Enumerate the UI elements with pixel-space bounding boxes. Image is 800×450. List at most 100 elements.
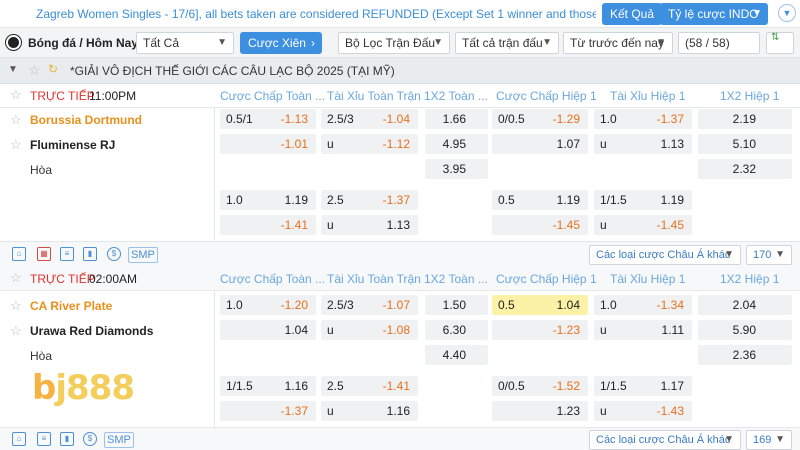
- odds-cell[interactable]: -1.45: [492, 215, 588, 235]
- odds-cell[interactable]: 1.04: [220, 320, 316, 340]
- collapse-icon[interactable]: ▼: [8, 64, 18, 75]
- odds-cell[interactable]: u 1.13: [321, 215, 418, 235]
- odds-cell[interactable]: u -1.08: [321, 320, 418, 340]
- odds-value: 3.95: [442, 162, 466, 176]
- odds-cell[interactable]: -1.37: [220, 401, 316, 421]
- odds-value: 1.19: [284, 193, 308, 207]
- chevron-down-icon[interactable]: ▼: [778, 4, 796, 22]
- odds-cell[interactable]: 1/1.5 1.16: [220, 376, 316, 396]
- more-bets-dropdown[interactable]: Các loại cược Châu Á khác ▼: [589, 245, 741, 265]
- ou-line: 2.5/3: [327, 298, 354, 312]
- odds-type-dropdown[interactable]: Tỷ lệ cược INDO ▼: [660, 3, 768, 25]
- odds-cell[interactable]: 1.0 -1.34: [594, 295, 692, 315]
- list-icon[interactable]: ≡: [60, 247, 74, 261]
- sort-dropdown[interactable]: Từ trước đến nay ▼: [563, 32, 673, 54]
- all-matches-dropdown[interactable]: Tất cả trận đấu ▼: [455, 32, 559, 54]
- odds-cell[interactable]: 1/1.5 1.19: [594, 190, 692, 210]
- odds-value: -1.34: [656, 298, 684, 312]
- league-header[interactable]: ▼ ☆ ↻ *GIẢI VÔ ĐỊCH THẾ GIỚI CÁC CÂU LẠC…: [0, 58, 800, 84]
- stats-icon[interactable]: ⌂: [12, 432, 26, 446]
- odds-value: 5.10: [732, 137, 756, 151]
- odds-cell[interactable]: 1.0 -1.20: [220, 295, 316, 315]
- odds-cell[interactable]: 4.95: [425, 134, 488, 154]
- favorite-star-icon[interactable]: ☆: [10, 323, 22, 339]
- odds-cell[interactable]: 0/0.5 -1.52: [492, 376, 588, 396]
- odds-cell[interactable]: 2.5/3 -1.07: [321, 295, 418, 315]
- chart-icon[interactable]: ▮: [83, 247, 97, 261]
- odds-value: 1.16: [284, 379, 308, 393]
- column-header-handicap-full: Cược Chấp Toàn ...: [220, 272, 326, 286]
- odds-cell[interactable]: 1.23: [492, 401, 588, 421]
- refresh-icon[interactable]: ↻: [48, 62, 58, 76]
- odds-cell[interactable]: u 1.16: [321, 401, 418, 421]
- favorite-star-icon[interactable]: ☆: [10, 87, 22, 103]
- odds-cell[interactable]: 1.0 -1.37: [594, 109, 692, 129]
- handicap-line: 0/0.5: [498, 379, 525, 393]
- odds-cell[interactable]: 1.66: [425, 109, 488, 129]
- favorite-star-icon[interactable]: ☆: [10, 270, 22, 286]
- odds-cell[interactable]: 2.5 -1.37: [321, 190, 418, 210]
- match-filter-dropdown[interactable]: Bộ Lọc Trận Đấu ▼: [338, 32, 450, 54]
- odds-cell[interactable]: 1/1.5 1.17: [594, 376, 692, 396]
- list-icon[interactable]: ≡: [37, 432, 51, 446]
- odds-cell[interactable]: 1.07: [492, 134, 588, 154]
- odds-cell[interactable]: 0.5 1.19: [492, 190, 588, 210]
- odds-cell[interactable]: 2.19: [698, 109, 792, 129]
- odds-cell[interactable]: 2.5/3 -1.04: [321, 109, 418, 129]
- chevron-down-icon: ▼: [217, 37, 227, 48]
- all-matches-dropdown-value: Tất cả trận đấu: [462, 36, 543, 50]
- odds-cell[interactable]: 0/0.5 -1.29: [492, 109, 588, 129]
- odds-cell[interactable]: 5.90: [698, 320, 792, 340]
- smp-button[interactable]: SMP: [128, 247, 158, 263]
- odds-cell[interactable]: 2.04: [698, 295, 792, 315]
- odds-value: -1.01: [280, 137, 308, 151]
- odds-cell[interactable]: u -1.45: [594, 215, 692, 235]
- currency-icon[interactable]: $: [107, 247, 121, 261]
- favorite-star-icon[interactable]: ☆: [28, 62, 41, 79]
- odds-cell[interactable]: 2.36: [698, 345, 792, 365]
- odds-cell[interactable]: 5.10: [698, 134, 792, 154]
- odds-cell[interactable]: u 1.11: [594, 320, 692, 340]
- currency-icon[interactable]: $: [83, 432, 97, 446]
- odds-cell[interactable]: u -1.43: [594, 401, 692, 421]
- odds-cell[interactable]: 6.30: [425, 320, 488, 340]
- odds-cell[interactable]: u 1.13: [594, 134, 692, 154]
- smp-button[interactable]: SMP: [104, 432, 134, 448]
- odds-cell[interactable]: -1.23: [492, 320, 588, 340]
- odds-cell[interactable]: 1.50: [425, 295, 488, 315]
- parlay-button[interactable]: Cược Xiên ›: [240, 32, 322, 54]
- match-time: 02:00AM: [89, 272, 138, 286]
- results-button[interactable]: Kết Quả: [602, 3, 663, 25]
- stats-icon[interactable]: ⌂: [12, 247, 26, 261]
- favorite-star-icon[interactable]: ☆: [10, 298, 22, 314]
- odds-value: -1.41: [280, 218, 308, 232]
- odds-cell[interactable]: 2.5 -1.41: [321, 376, 418, 396]
- league-count[interactable]: (58 / 58) Giải: [678, 32, 760, 70]
- odds-value: 1.19: [660, 193, 684, 207]
- chevron-down-icon: ▼: [433, 37, 443, 48]
- more-count-dropdown[interactable]: 169 ▼: [746, 430, 792, 450]
- odds-cell[interactable]: 1.0 1.19: [220, 190, 316, 210]
- odds-cell[interactable]: 2.32: [698, 159, 792, 179]
- odds-cell[interactable]: 4.40: [425, 345, 488, 365]
- favorite-star-icon[interactable]: ☆: [10, 112, 22, 128]
- odds-cell[interactable]: 0.5 1.04: [492, 295, 588, 315]
- odds-cell[interactable]: -1.41: [220, 215, 316, 235]
- category-dropdown[interactable]: Tất Cả ▼: [136, 32, 234, 54]
- draw-label: Hòa: [30, 349, 53, 363]
- odds-cell[interactable]: u -1.12: [321, 134, 418, 154]
- odds-cell[interactable]: 0.5/1 -1.13: [220, 109, 316, 129]
- column-header-ou-full: Tài Xỉu Toàn Trận: [327, 89, 421, 103]
- column-header-1x2-full: 1X2 Toàn ...: [424, 272, 488, 286]
- sport-label[interactable]: Bóng đá / Hôm Nay: [28, 36, 138, 50]
- soccer-ball-icon: [6, 35, 21, 50]
- ou-line: u: [600, 218, 607, 232]
- more-count-dropdown[interactable]: 170 ▼: [746, 245, 792, 265]
- chart-icon[interactable]: ▮: [60, 432, 74, 446]
- odds-cell[interactable]: 3.95: [425, 159, 488, 179]
- favorite-star-icon[interactable]: ☆: [10, 137, 22, 153]
- sort-toggle-button[interactable]: ⇅: [766, 32, 794, 54]
- grid-icon[interactable]: ▦: [37, 247, 51, 261]
- odds-cell[interactable]: -1.01: [220, 134, 316, 154]
- more-bets-dropdown[interactable]: Các loại cược Châu Á khác ▼: [589, 430, 741, 450]
